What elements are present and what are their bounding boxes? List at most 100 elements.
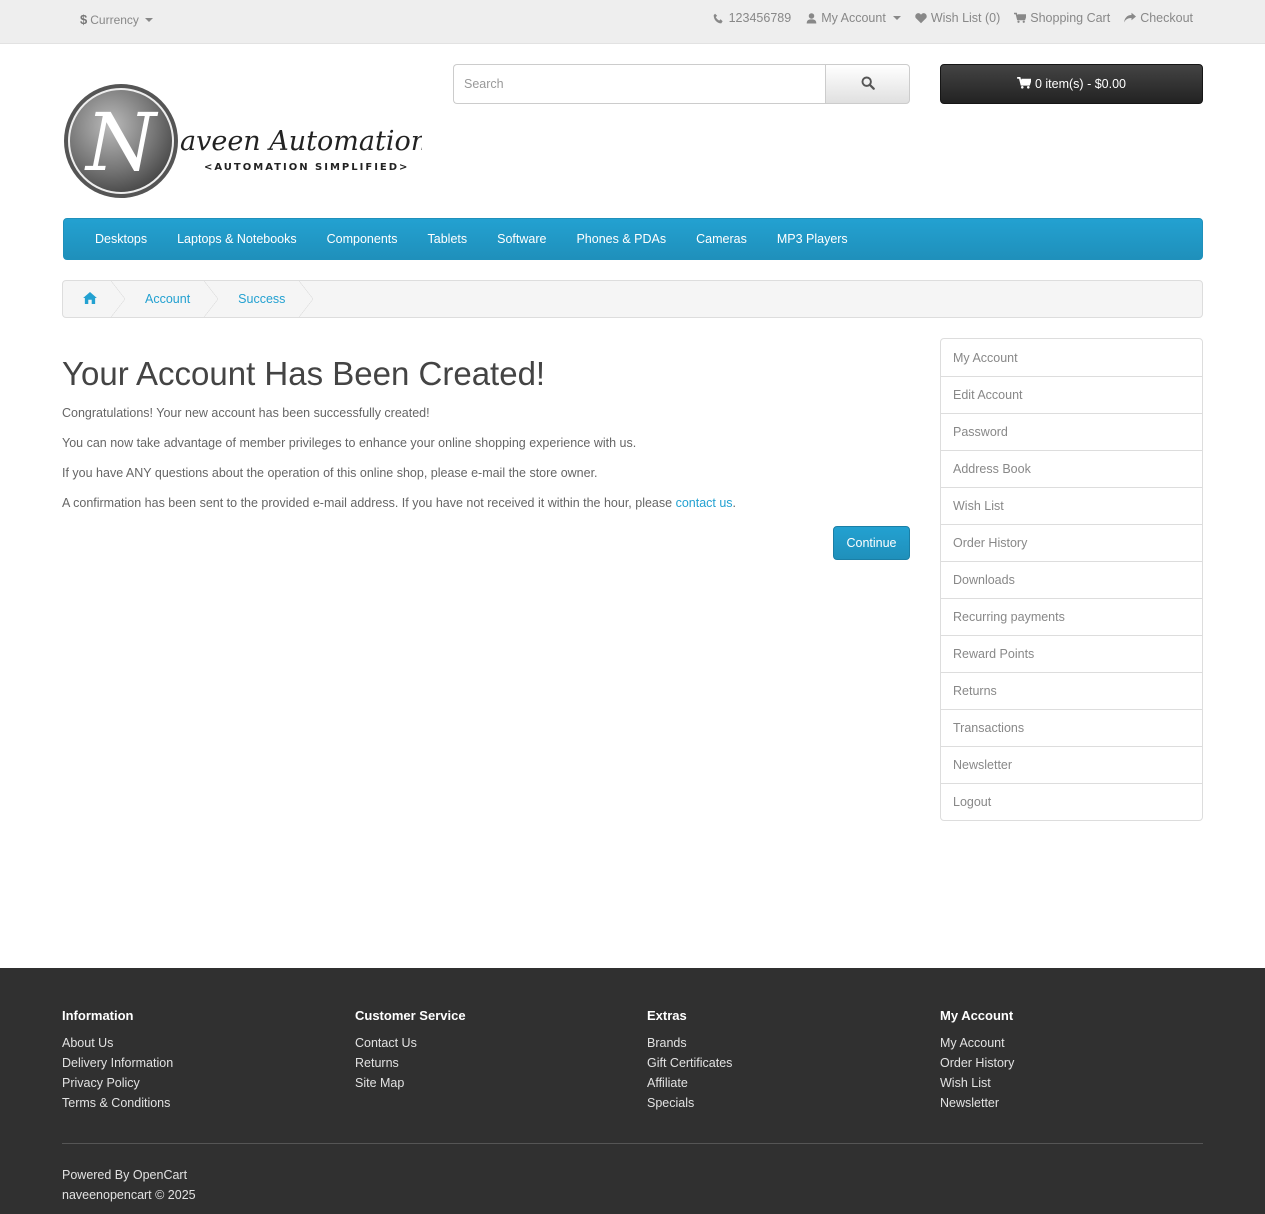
cart-icon (1017, 76, 1033, 92)
sidebar-item-reward-points[interactable]: Reward Points (941, 635, 1202, 672)
breadcrumb-link-success[interactable]: Success (238, 292, 285, 306)
sidebar-item-logout[interactable]: Logout (941, 783, 1202, 820)
sidebar-item-edit-account[interactable]: Edit Account (941, 376, 1202, 413)
my-account-dropdown[interactable]: My Account (805, 11, 901, 25)
currency-dropdown[interactable]: $ Currency (80, 12, 153, 27)
top-links: 123456789 My Account Wish List (0) Shopp… (713, 11, 1193, 25)
chevron-down-icon (144, 17, 153, 22)
menu-item-laptops[interactable]: Laptops & Notebooks (162, 232, 312, 246)
powered-by-line: Powered By OpenCart (62, 1165, 196, 1185)
heart-icon (915, 12, 927, 24)
breadcrumb-item-success: Success (218, 281, 314, 317)
shopping-cart-link[interactable]: Shopping Cart (1014, 11, 1110, 25)
footer-column-extras: Extras Brands Gift Certificates Affiliat… (647, 1008, 732, 1113)
menu-item-cameras[interactable]: Cameras (681, 232, 762, 246)
privileges-text: You can now take advantage of member pri… (62, 436, 637, 450)
contact-us-link[interactable]: contact us (676, 496, 733, 510)
footer-link-my-account[interactable]: My Account (940, 1033, 1014, 1053)
footer-link-newsletter[interactable]: Newsletter (940, 1093, 1014, 1113)
category-menu: Desktops Laptops & Notebooks Components … (63, 218, 1203, 260)
footer-link-site-map[interactable]: Site Map (355, 1073, 466, 1093)
footer-link-affiliate[interactable]: Affiliate (647, 1073, 732, 1093)
account-sidebar: My Account Edit Account Password Address… (940, 338, 1203, 821)
continue-button[interactable]: Continue (833, 526, 910, 560)
footer-link-privacy[interactable]: Privacy Policy (62, 1073, 173, 1093)
currency-symbol: $ (80, 12, 88, 27)
footer-link-gift-certificates[interactable]: Gift Certificates (647, 1053, 732, 1073)
congrats-text: Congratulations! Your new account has be… (62, 406, 430, 420)
search-button[interactable] (825, 64, 910, 104)
share-icon (1124, 12, 1137, 24)
search-icon (861, 76, 875, 93)
footer-link-order-history[interactable]: Order History (940, 1053, 1014, 1073)
sidebar-item-my-account[interactable]: My Account (941, 339, 1202, 376)
breadcrumb-item-account: Account (125, 281, 219, 317)
search-bar (453, 64, 910, 104)
user-icon (805, 12, 817, 24)
footer-divider (62, 1143, 1203, 1144)
sidebar-item-wish-list[interactable]: Wish List (941, 487, 1202, 524)
confirmation-text-end: . (732, 496, 737, 510)
checkout-label: Checkout (1140, 11, 1193, 25)
phone-link[interactable]: 123456789 (713, 11, 792, 25)
menu-item-tablets[interactable]: Tablets (413, 232, 483, 246)
questions-text: If you have ANY questions about the oper… (62, 466, 598, 480)
menu-item-mp3-players[interactable]: MP3 Players (762, 232, 863, 246)
phone-number: 123456789 (728, 11, 792, 25)
site-footer: Information About Us Delivery Informatio… (0, 968, 1265, 1214)
menu-item-desktops[interactable]: Desktops (80, 232, 162, 246)
confirmation-text-start: A confirmation has been sent to the prov… (62, 496, 676, 510)
checkout-link[interactable]: Checkout (1124, 11, 1193, 25)
copyright-text: naveenopencart © 2025 (62, 1188, 196, 1202)
breadcrumb-link-account[interactable]: Account (145, 292, 190, 306)
footer-column-information: Information About Us Delivery Informatio… (62, 1008, 173, 1113)
sidebar-item-returns[interactable]: Returns (941, 672, 1202, 709)
shopping-cart-label: Shopping Cart (1030, 11, 1111, 25)
sidebar-item-address-book[interactable]: Address Book (941, 450, 1202, 487)
menu-item-phones[interactable]: Phones & PDAs (561, 232, 681, 246)
footer-link-wish-list[interactable]: Wish List (940, 1073, 1014, 1093)
search-input[interactable] (453, 64, 825, 104)
home-icon (83, 291, 97, 307)
sidebar-item-newsletter[interactable]: Newsletter (941, 746, 1202, 783)
footer-powered-by: Powered By OpenCart naveenopencart © 202… (62, 1165, 196, 1205)
footer-link-about-us[interactable]: About Us (62, 1033, 173, 1053)
menu-item-components[interactable]: Components (312, 232, 413, 246)
footer-link-specials[interactable]: Specials (647, 1093, 732, 1113)
sidebar-item-password[interactable]: Password (941, 413, 1202, 450)
cart-total: 0 item(s) - $0.00 (1034, 77, 1126, 91)
chevron-down-icon (892, 16, 901, 20)
footer-heading: Extras (647, 1008, 687, 1023)
currency-label: Currency (90, 12, 139, 27)
footer-column-my-account: My Account My Account Order History Wish… (940, 1008, 1014, 1113)
wish-list-link[interactable]: Wish List (0) (915, 11, 1000, 25)
footer-link-delivery[interactable]: Delivery Information (62, 1053, 173, 1073)
footer-link-contact-us[interactable]: Contact Us (355, 1033, 466, 1053)
page-title: Your Account Has Been Created! (62, 355, 546, 392)
footer-heading: Information (62, 1008, 134, 1023)
sidebar-item-recurring-payments[interactable]: Recurring payments (941, 598, 1202, 635)
top-bar: $ Currency 123456789 My Account Wish Lis… (0, 0, 1265, 44)
my-account-label: My Account (821, 11, 886, 25)
footer-column-customer-service: Customer Service Contact Us Returns Site… (355, 1008, 466, 1093)
footer-link-terms[interactable]: Terms & Conditions (62, 1093, 173, 1113)
sidebar-item-transactions[interactable]: Transactions (941, 709, 1202, 746)
site-logo[interactable]: N aveen Automation Labs <AUTOMATION SIMP… (62, 82, 502, 200)
sidebar-item-downloads[interactable]: Downloads (941, 561, 1202, 598)
breadcrumb: Account Success (62, 280, 1203, 318)
footer-link-brands[interactable]: Brands (647, 1033, 732, 1053)
cart-button[interactable]: 0 item(s) - $0.00 (940, 64, 1203, 104)
footer-heading: Customer Service (355, 1008, 466, 1023)
footer-link-returns[interactable]: Returns (355, 1053, 466, 1073)
opencart-link[interactable]: OpenCart (133, 1168, 187, 1182)
cart-icon (1014, 12, 1027, 24)
phone-icon (713, 12, 725, 24)
wish-list-label: Wish List (0) (930, 11, 1001, 25)
powered-by-text: Powered By (62, 1168, 133, 1182)
breadcrumb-home[interactable] (63, 281, 125, 317)
confirmation-text: A confirmation has been sent to the prov… (62, 496, 736, 510)
svg-text:aveen Automation Labs: aveen Automation Labs (180, 126, 422, 157)
menu-item-software[interactable]: Software (482, 232, 561, 246)
svg-text:<AUTOMATION SIMPLIFIED>: <AUTOMATION SIMPLIFIED> (204, 162, 409, 173)
sidebar-item-order-history[interactable]: Order History (941, 524, 1202, 561)
